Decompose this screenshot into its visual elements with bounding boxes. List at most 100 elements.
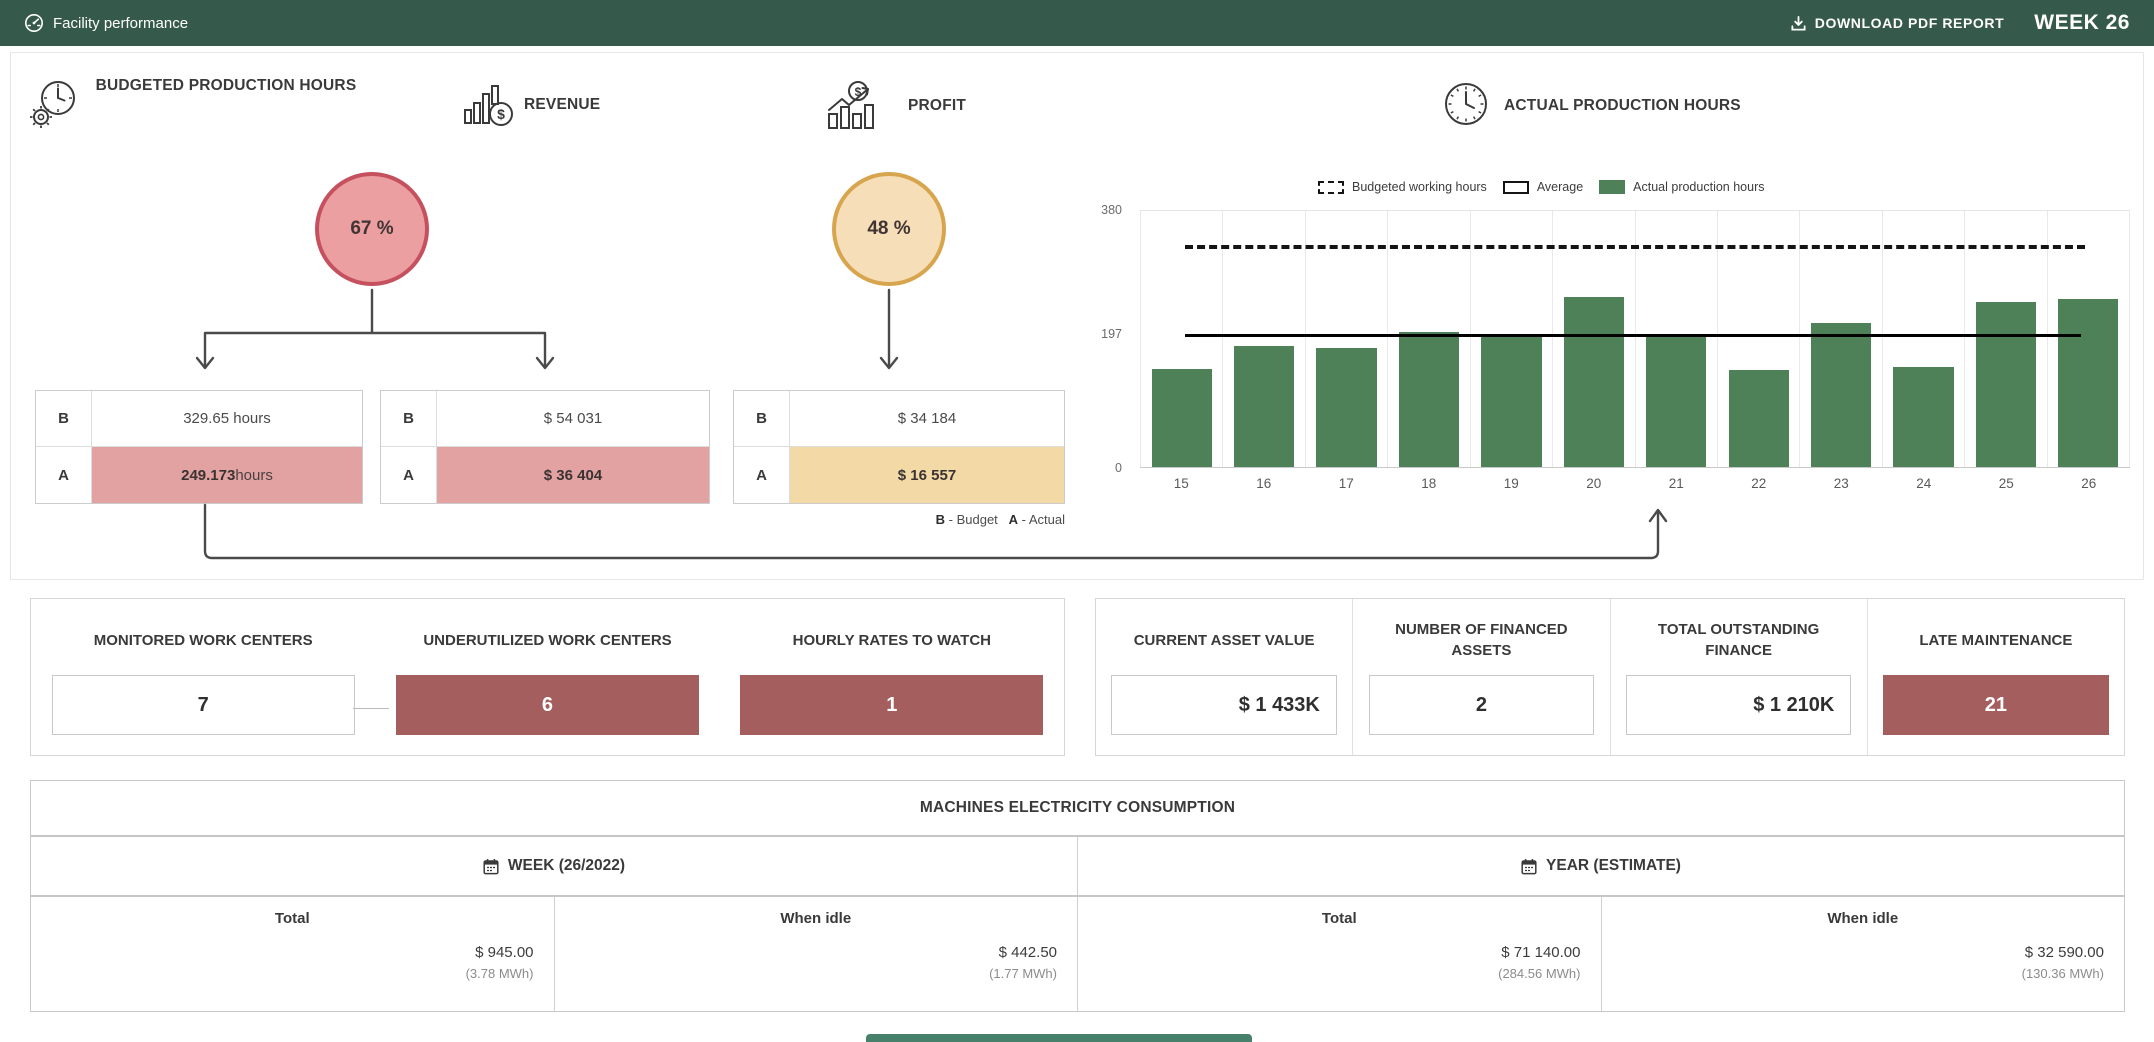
y-tick-label: 197: [1101, 327, 1122, 341]
actual-hours-bar-week-21[interactable]: [1646, 334, 1706, 467]
week-badge: WEEK 26: [2034, 11, 2130, 35]
stat-current-asset-value: CURRENT ASSET VALUE $ 1 433K: [1096, 599, 1352, 755]
row-label-budget: B: [734, 391, 790, 447]
actual-hours-bar-week-23[interactable]: [1811, 323, 1871, 467]
legend-average-swatch: [1503, 181, 1529, 194]
column-header: Total: [1098, 910, 1581, 927]
column-header: Total: [51, 910, 534, 927]
kpi-title-budgeted-production-hours: BUDGETED PRODUCTION HOURS: [92, 74, 360, 98]
chart-column-week-23: [1800, 211, 1882, 467]
profit-ba-table: B $ 34 184 A $ 16 557: [733, 390, 1065, 504]
budget-hours-value: 329.65 hours: [92, 391, 362, 447]
electricity-table-title: MACHINES ELECTRICITY CONSUMPTION: [31, 781, 2124, 837]
actual-hours-bar-week-16[interactable]: [1234, 346, 1294, 467]
current-asset-value[interactable]: $ 1 433K: [1111, 675, 1337, 735]
mwh-value: (284.56 MWh): [1098, 966, 1581, 981]
budget-profit-value: $ 34 184: [790, 391, 1064, 447]
stat-label: HOURLY RATES TO WATCH: [793, 617, 991, 663]
row-label-actual: A: [381, 447, 437, 503]
chart-column-week-17: [1306, 211, 1388, 467]
dashboard-gauge-icon: [24, 13, 44, 33]
financed-assets-value[interactable]: 2: [1369, 675, 1595, 735]
next-section-partial-bar: [866, 1034, 1252, 1042]
kpi-title-revenue: REVENUE: [524, 96, 600, 114]
download-pdf-label: DOWNLOAD PDF REPORT: [1815, 15, 2005, 31]
assets-card: CURRENT ASSET VALUE $ 1 433K NUMBER OF F…: [1095, 598, 2125, 756]
row-label-actual: A: [36, 447, 92, 503]
actual-hours-bar-week-17[interactable]: [1316, 348, 1376, 467]
chart-legend: Budgeted working hours Average Actual pr…: [1318, 180, 1781, 194]
x-tick-label: 22: [1718, 476, 1801, 491]
chart-title-actual-production-hours: ACTUAL PRODUCTION HOURS: [1504, 97, 1741, 115]
legend-actual-label: Actual production hours: [1633, 180, 1764, 194]
x-tick-label: 21: [1635, 476, 1718, 491]
actual-hours-bar-week-20[interactable]: [1564, 297, 1624, 467]
underutilized-work-centers-value[interactable]: 6: [396, 675, 699, 735]
x-tick-label: 17: [1305, 476, 1388, 491]
actual-hours-bar-week-24[interactable]: [1893, 367, 1953, 467]
legend-budgeted-swatch: [1318, 181, 1344, 194]
legend-actual-swatch: [1599, 180, 1625, 194]
year-idle-cell: When idle $ 32 590.00 (130.36 MWh): [1601, 897, 2125, 1011]
page-title: Facility performance: [53, 15, 188, 32]
actual-revenue-value: $ 36 404: [437, 447, 709, 503]
actual-hours-bar-week-26[interactable]: [2058, 299, 2118, 467]
outstanding-finance-value[interactable]: $ 1 210K: [1626, 675, 1852, 735]
period-header-year: YEAR (ESTIMATE): [1077, 837, 2124, 895]
x-tick-label: 20: [1553, 476, 1636, 491]
actual-profit-value: $ 16 557: [790, 447, 1064, 503]
chart-column-week-15: [1140, 211, 1223, 467]
budgeted-working-hours-line: [1185, 245, 2086, 249]
stat-label: UNDERUTILIZED WORK CENTERS: [423, 617, 671, 663]
chart-x-axis: 151617181920212223242526: [1140, 476, 2130, 491]
week-idle-cell: When idle $ 442.50 (1.77 MWh): [554, 897, 1078, 1011]
download-pdf-button[interactable]: DOWNLOAD PDF REPORT: [1790, 15, 2005, 32]
x-tick-label: 18: [1388, 476, 1471, 491]
budget-revenue-value: $ 54 031: [437, 391, 709, 447]
stat-label: TOTAL OUTSTANDING FINANCE: [1646, 617, 1831, 663]
x-tick-label: 19: [1470, 476, 1553, 491]
hourly-rates-to-watch-value[interactable]: 1: [740, 675, 1043, 735]
actual-hours-bar-week-22[interactable]: [1729, 370, 1789, 467]
profit-chart-dollar-icon: $: [826, 80, 888, 130]
column-header: When idle: [575, 910, 1058, 927]
cost-value: $ 442.50: [575, 944, 1058, 961]
row-label-budget: B: [381, 391, 437, 447]
chart-column-week-20: [1553, 211, 1635, 467]
budget-utilization-percent-circle: 67 %: [315, 172, 429, 286]
actual-hours-bar-week-18[interactable]: [1399, 332, 1459, 467]
stat-label: NUMBER OF FINANCED ASSETS: [1394, 617, 1568, 663]
ba-legend: B - Budget A - Actual: [795, 512, 1065, 527]
stat-label: MONITORED WORK CENTERS: [94, 617, 313, 663]
work-centers-card: MONITORED WORK CENTERS 7 UNDERUTILIZED W…: [30, 598, 1065, 756]
stat-late-maintenance: LATE MAINTENANCE 21: [1867, 599, 2124, 755]
stat-hourly-rates-to-watch: HOURLY RATES TO WATCH 1: [720, 599, 1064, 755]
chart-column-week-16: [1223, 211, 1305, 467]
chart-column-week-21: [1636, 211, 1718, 467]
late-maintenance-value[interactable]: 21: [1883, 675, 2109, 735]
chart-column-week-25: [1965, 211, 2047, 467]
period-header-week: WEEK (26/2022): [31, 837, 1077, 895]
column-header: When idle: [1622, 910, 2105, 927]
production-hours-chart: [1140, 210, 2130, 468]
monitored-work-centers-value[interactable]: 7: [52, 675, 355, 735]
electricity-consumption-table: MACHINES ELECTRICITY CONSUMPTION WEEK (2…: [30, 780, 2125, 1012]
year-total-cell: Total $ 71 140.00 (284.56 MWh): [1077, 897, 1601, 1011]
stat-number-of-financed-assets: NUMBER OF FINANCED ASSETS 2: [1352, 599, 1609, 755]
budgeted-hours-ba-table: B 329.65 hours A 249.173 hours: [35, 390, 363, 504]
revenue-ba-table: B $ 54 031 A $ 36 404: [380, 390, 710, 504]
chart-column-week-24: [1883, 211, 1965, 467]
legend-average-label: Average: [1537, 180, 1583, 194]
chart-y-axis: 0197380: [1088, 210, 1130, 468]
mwh-value: (3.78 MWh): [51, 966, 534, 981]
chart-column-week-22: [1718, 211, 1800, 467]
budgeted-hours-clock-gear-icon: [28, 76, 82, 130]
svg-text:$: $: [497, 106, 505, 122]
actual-hours-bar-week-19[interactable]: [1481, 334, 1541, 467]
actual-hours-bar-week-15[interactable]: [1152, 369, 1212, 467]
stat-label: CURRENT ASSET VALUE: [1119, 617, 1329, 663]
actual-hours-bar-week-25[interactable]: [1976, 302, 2036, 467]
stat-underutilized-work-centers: UNDERUTILIZED WORK CENTERS 6: [375, 599, 719, 755]
stat-label: LATE MAINTENANCE: [1919, 617, 2072, 663]
x-tick-label: 23: [1800, 476, 1883, 491]
